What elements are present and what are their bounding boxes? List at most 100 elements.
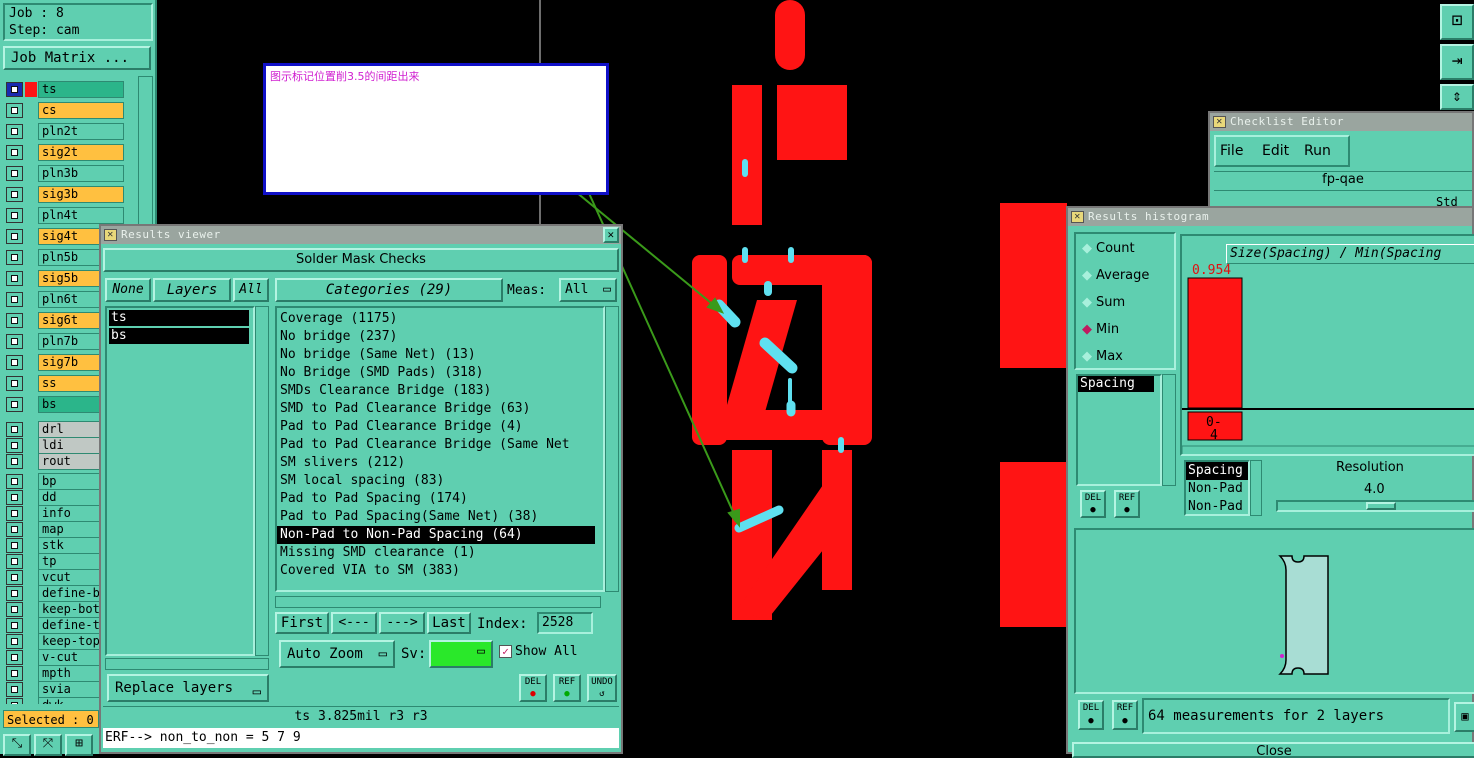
layers-all-button[interactable]: All — [233, 278, 269, 302]
layer-row[interactable]: pln4t — [6, 207, 124, 224]
category-item[interactable]: No bridge (Same Net) (13) — [277, 346, 603, 364]
layer-name[interactable]: pln2t — [38, 123, 124, 140]
layer-row[interactable]: sig3b — [6, 186, 124, 203]
undo-button[interactable]: UNDO ↺ — [587, 674, 617, 702]
layer-checkbox[interactable] — [6, 166, 23, 181]
layer-name[interactable]: pln4t — [38, 207, 124, 224]
layer-checkbox[interactable] — [6, 522, 23, 537]
histogram-del-button[interactable]: DEL ● — [1080, 490, 1106, 518]
layer-name[interactable]: pln3b — [38, 165, 124, 182]
radio-diamond-icon[interactable]: ◆ — [1082, 349, 1092, 364]
mode-option-count[interactable]: ◆ Count — [1082, 240, 1135, 258]
last-button[interactable]: Last — [427, 612, 471, 634]
result-layer-scrollbar[interactable] — [255, 306, 269, 656]
category-scrollbar[interactable] — [605, 306, 619, 592]
layer-checkbox[interactable] — [6, 82, 23, 97]
layer-checkbox[interactable] — [6, 103, 23, 118]
index-input[interactable]: 2528 — [537, 612, 593, 634]
category-item[interactable]: No bridge (237) — [277, 328, 603, 346]
annotation-note[interactable]: 图示标记位置削3.5的间距出来 — [263, 63, 609, 195]
type-item[interactable]: Non-Pad — [1186, 480, 1248, 498]
chart-hscroll[interactable] — [1182, 445, 1474, 456]
layer-checkbox[interactable] — [6, 145, 23, 160]
chart-icon[interactable]: ▣ — [1454, 702, 1474, 732]
layer-name[interactable]: sig2t — [38, 144, 124, 161]
layer-checkbox[interactable] — [6, 454, 23, 469]
type-item[interactable]: Spacing — [1186, 462, 1248, 480]
meas-dropdown[interactable]: All ▭ — [559, 278, 617, 302]
layer-checkbox[interactable] — [6, 554, 23, 569]
histogram-list-scrollbar[interactable] — [1162, 374, 1176, 486]
resolution-slider-thumb[interactable] — [1366, 502, 1396, 510]
layer-checkbox[interactable] — [6, 376, 23, 391]
layer-checkbox[interactable] — [6, 313, 23, 328]
category-item[interactable]: Pad to Pad Spacing(Same Net) (38) — [277, 508, 603, 526]
layer-checkbox[interactable] — [6, 618, 23, 633]
layer-checkbox[interactable] — [6, 474, 23, 489]
show-all-checkbox[interactable]: ✓ — [499, 645, 512, 658]
preview-del-button[interactable]: DEL ● — [1078, 700, 1104, 730]
first-button[interactable]: First — [275, 612, 329, 634]
histogram-close-button[interactable]: Close — [1072, 742, 1474, 758]
layer-checkbox[interactable] — [6, 586, 23, 601]
layer-checkbox[interactable] — [6, 397, 23, 412]
layer-checkbox[interactable] — [6, 229, 23, 244]
layer-checkbox[interactable] — [6, 334, 23, 349]
checklist-editor-titlebar[interactable]: ✕ Checklist Editor — [1210, 113, 1472, 131]
layer-checkbox[interactable] — [6, 698, 23, 704]
category-item[interactable]: Pad to Pad Clearance Bridge (Same Net — [277, 436, 603, 454]
category-item[interactable]: Pad to Pad Clearance Bridge (4) — [277, 418, 603, 436]
result-layer-item[interactable]: bs — [109, 328, 249, 344]
category-item[interactable]: SMDs Clearance Bridge (183) — [277, 382, 603, 400]
radio-diamond-icon[interactable]: ◆ — [1082, 241, 1092, 256]
layer-checkbox[interactable] — [6, 650, 23, 665]
histogram-titlebar[interactable]: ✕ Results histogram — [1068, 208, 1472, 226]
resolution-slider[interactable] — [1276, 500, 1474, 512]
layer-checkbox[interactable] — [6, 208, 23, 223]
category-item[interactable]: Coverage (1175) — [277, 310, 603, 328]
enter-icon[interactable]: ⇥ — [1440, 44, 1474, 80]
type-list-scrollbar[interactable] — [1250, 460, 1262, 516]
category-item[interactable]: Non-Pad to Non-Pad Spacing (64) — [277, 526, 595, 544]
ref-button[interactable]: REF ● — [553, 674, 581, 702]
category-item[interactable]: SM slivers (212) — [277, 454, 603, 472]
sv-color-dropdown[interactable]: ▭ — [429, 640, 493, 668]
layer-checkbox[interactable] — [6, 570, 23, 585]
layers-button[interactable]: Layers — [153, 278, 231, 302]
category-item[interactable]: SM local spacing (83) — [277, 472, 603, 490]
radio-diamond-icon[interactable]: ◆ — [1082, 295, 1092, 310]
histogram-bar[interactable] — [1187, 277, 1243, 409]
window-menu-icon[interactable]: ✕ — [104, 229, 117, 241]
zoom-fit-icon[interactable]: ⤧ — [34, 734, 62, 756]
window-menu-icon[interactable]: ✕ — [1071, 211, 1084, 223]
category-item[interactable]: Covered VIA to SM (383) — [277, 562, 603, 580]
layer-checkbox[interactable] — [6, 271, 23, 286]
layer-checkbox[interactable] — [6, 438, 23, 453]
auto-zoom-dropdown[interactable]: Auto Zoom ▭ — [279, 640, 395, 668]
category-item[interactable]: Missing SMD clearance (1) — [277, 544, 603, 562]
result-layer-item[interactable]: ts — [109, 310, 249, 326]
category-item[interactable]: SMD to Pad Clearance Bridge (63) — [277, 400, 603, 418]
layer-checkbox[interactable] — [6, 538, 23, 553]
category-item[interactable]: No Bridge (SMD Pads) (318) — [277, 364, 603, 382]
prev-button[interactable]: <--- — [331, 612, 377, 634]
preview-ref-button[interactable]: REF ● — [1112, 700, 1138, 730]
histogram-ref-button[interactable]: REF ● — [1114, 490, 1140, 518]
layer-row[interactable]: sig2t — [6, 144, 124, 161]
layer-checkbox[interactable] — [6, 124, 23, 139]
mode-option-max[interactable]: ◆ Max — [1082, 348, 1123, 366]
layer-checkbox[interactable] — [6, 355, 23, 370]
layer-checkbox[interactable] — [6, 250, 23, 265]
mode-option-sum[interactable]: ◆ Sum — [1082, 294, 1125, 312]
zoom-area-icon[interactable]: ⤡ — [3, 734, 31, 756]
category-hscroll[interactable] — [275, 596, 601, 608]
radio-diamond-icon[interactable]: ◆ — [1082, 322, 1092, 337]
grid-icon[interactable]: ⊞ — [65, 734, 93, 756]
layer-checkbox[interactable] — [6, 666, 23, 681]
layer-checkbox[interactable] — [6, 634, 23, 649]
job-matrix-button[interactable]: Job Matrix ... — [3, 46, 151, 70]
window-menu-icon[interactable]: ✕ — [1213, 116, 1226, 128]
layer-checkbox[interactable] — [6, 490, 23, 505]
layer-name[interactable]: sig3b — [38, 186, 124, 203]
move-icon[interactable]: ⇕ — [1440, 84, 1474, 110]
